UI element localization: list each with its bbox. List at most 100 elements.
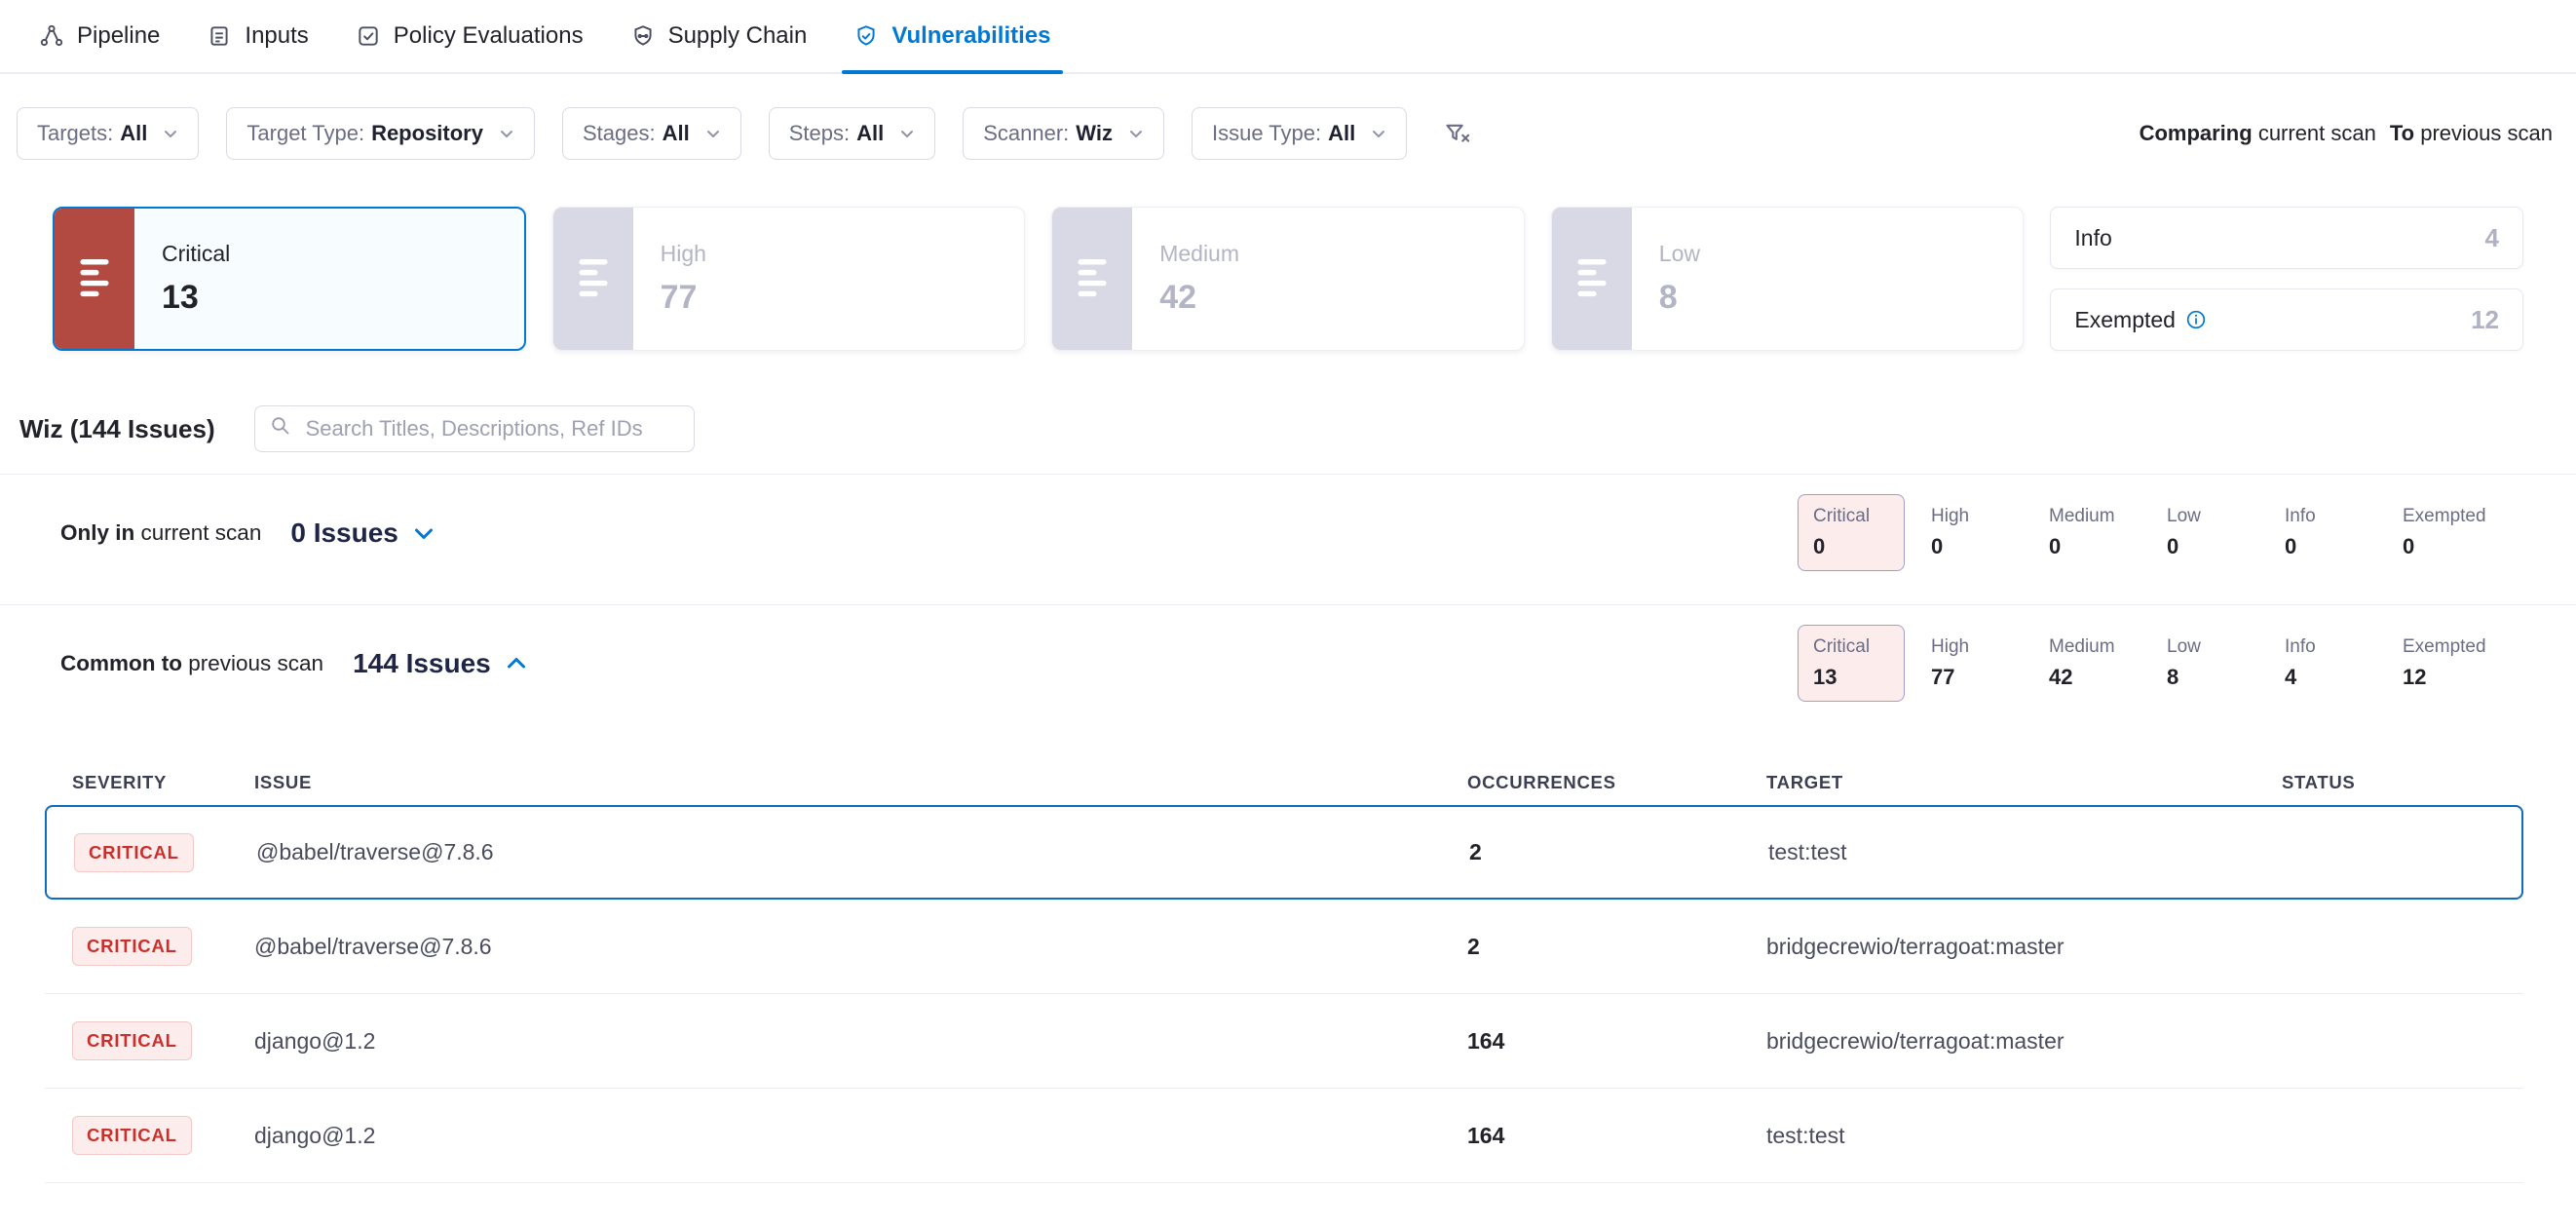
section-only-in-current-scan: Only in current scan 0 Issues Critical 0… [0,474,2576,591]
card-count: 42 [1159,279,1239,317]
severity-card-high[interactable]: High 77 [552,207,1026,351]
card-label: Critical [162,241,230,267]
chip-low[interactable]: Low 0 [2151,494,2258,571]
filter-scanner[interactable]: Scanner:Wiz [963,107,1164,160]
pipeline-icon [39,23,64,49]
table-row[interactable]: CRITICAL @babel/traverse@7.8.6 2 bridgec… [45,900,2523,994]
filter-targets[interactable]: Targets:All [17,107,199,160]
severity-badge: CRITICAL [72,1021,192,1060]
column-header-status: STATUS [2282,772,2496,793]
severity-cards: Critical 13 High 77 Medium 42 Low 8 [0,160,2576,351]
policy-check-icon [356,23,381,49]
issue-cell: django@1.2 [254,1123,1467,1149]
table-row[interactable]: CRITICAL django@1.2 164 test:test [45,1089,2523,1183]
section-issues-toggle[interactable]: 144 Issues [353,648,528,679]
scanner-title: Wiz (144 Issues) [19,414,215,444]
chip-exempted[interactable]: Exempted 12 [2387,625,2494,702]
occurrences-cell: 2 [1469,839,1768,865]
chip-info[interactable]: Info 0 [2269,494,2376,571]
target-cell: bridgecrewio/terragoat:master [1766,934,2282,960]
severity-badge: CRITICAL [74,833,194,872]
severity-card-low[interactable]: Low 8 [1551,207,2025,351]
occurrences-cell: 2 [1467,934,1766,960]
chevron-down-icon [1371,126,1386,141]
chevron-down-icon [705,126,721,141]
chip-medium[interactable]: Medium 42 [2033,625,2140,702]
filter-steps[interactable]: Steps:All [769,107,936,160]
section-issues-toggle[interactable]: 0 Issues [290,518,436,549]
pill-count: 12 [2471,305,2499,335]
column-header-issue: ISSUE [254,772,1467,793]
tab-label: Vulnerabilities [891,22,1050,50]
severity-chips: Critical 13 High 77 Medium 42 Low 8 Info… [1798,625,2494,702]
issue-cell: @babel/traverse@7.8.6 [256,839,1469,865]
severity-badge: CRITICAL [72,927,192,966]
tab-label: Inputs [245,22,308,50]
card-count: 13 [162,279,230,317]
exempted-severity-pill[interactable]: Exempted 12 [2050,288,2523,351]
filter-label: Targets:All [37,121,147,146]
section-label: Only in current scan [60,520,261,546]
tab-supply-chain[interactable]: Supply Chain [607,0,831,72]
issues-table: SEVERITY ISSUE OCCURRENCES TARGET STATUS… [45,760,2523,1183]
severity-card-critical[interactable]: Critical 13 [53,207,526,351]
pill-label: Info [2074,225,2111,251]
side-severity-column: Info 4 Exempted 12 [2050,207,2523,351]
chip-critical[interactable]: Critical 0 [1798,494,1905,571]
issue-cell: django@1.2 [254,1028,1467,1055]
filter-stages[interactable]: Stages:All [562,107,741,160]
table-row[interactable]: CRITICAL django@1.2 164 bridgecrewio/ter… [45,994,2523,1089]
filter-bar: Targets:All Target Type:Repository Stage… [0,74,2576,160]
severity-list-icon [1052,208,1132,350]
search-input[interactable] [304,415,680,442]
pill-count: 4 [2485,223,2499,253]
tab-inputs[interactable]: Inputs [183,0,331,72]
filter-label: Scanner:Wiz [983,121,1113,146]
card-label: Medium [1159,241,1239,267]
chevron-up-icon[interactable] [505,652,528,675]
card-count: 8 [1659,279,1700,317]
scanner-header: Wiz (144 Issues) [0,351,2576,452]
section-label: Common to previous scan [60,651,323,676]
filter-label: Stages:All [583,121,690,146]
chip-medium[interactable]: Medium 0 [2033,494,2140,571]
section-common-to-previous-scan: Common to previous scan 144 Issues Criti… [0,604,2576,721]
table-header-row: SEVERITY ISSUE OCCURRENCES TARGET STATUS [45,760,2523,805]
clear-filters-icon[interactable] [1434,110,1481,157]
chip-exempted[interactable]: Exempted 0 [2387,494,2494,571]
severity-badge: CRITICAL [72,1116,192,1155]
column-header-target: TARGET [1766,772,2282,793]
filter-issue-type[interactable]: Issue Type:All [1192,107,1407,160]
chevron-down-icon [499,126,514,141]
filter-target-type[interactable]: Target Type:Repository [226,107,535,160]
severity-card-medium[interactable]: Medium 42 [1051,207,1525,351]
table-row[interactable]: CRITICAL @babel/traverse@7.8.6 2 test:te… [45,805,2523,900]
target-cell: bridgecrewio/terragoat:master [1766,1028,2282,1055]
pill-label: Exempted [2074,307,2176,333]
chevron-down-icon [163,126,178,141]
chip-info[interactable]: Info 4 [2269,625,2376,702]
search-box [254,405,695,452]
target-cell: test:test [1768,839,2284,865]
severity-chips: Critical 0 High 0 Medium 0 Low 0 Info 0 … [1798,494,2494,571]
chip-high[interactable]: High 0 [1915,494,2023,571]
column-header-severity: SEVERITY [72,772,254,793]
info-icon [2185,309,2207,330]
chip-low[interactable]: Low 8 [2151,625,2258,702]
info-severity-pill[interactable]: Info 4 [2050,207,2523,269]
tab-bar: Pipeline Inputs Policy Evaluations Suppl… [0,0,2576,74]
card-count: 77 [661,279,706,317]
card-label: High [661,241,706,267]
severity-list-icon [553,208,633,350]
tab-policy-evaluations[interactable]: Policy Evaluations [332,0,607,72]
chip-high[interactable]: High 77 [1915,625,2023,702]
severity-list-icon [1552,208,1632,350]
tab-label: Pipeline [77,22,160,50]
tab-label: Policy Evaluations [394,22,584,50]
tab-pipeline[interactable]: Pipeline [16,0,183,72]
tab-vulnerabilities[interactable]: Vulnerabilities [830,0,1074,72]
target-cell: test:test [1766,1123,2282,1149]
chip-critical[interactable]: Critical 13 [1798,625,1905,702]
chevron-down-icon[interactable] [412,521,436,545]
column-header-occurrences: OCCURRENCES [1467,772,1766,793]
